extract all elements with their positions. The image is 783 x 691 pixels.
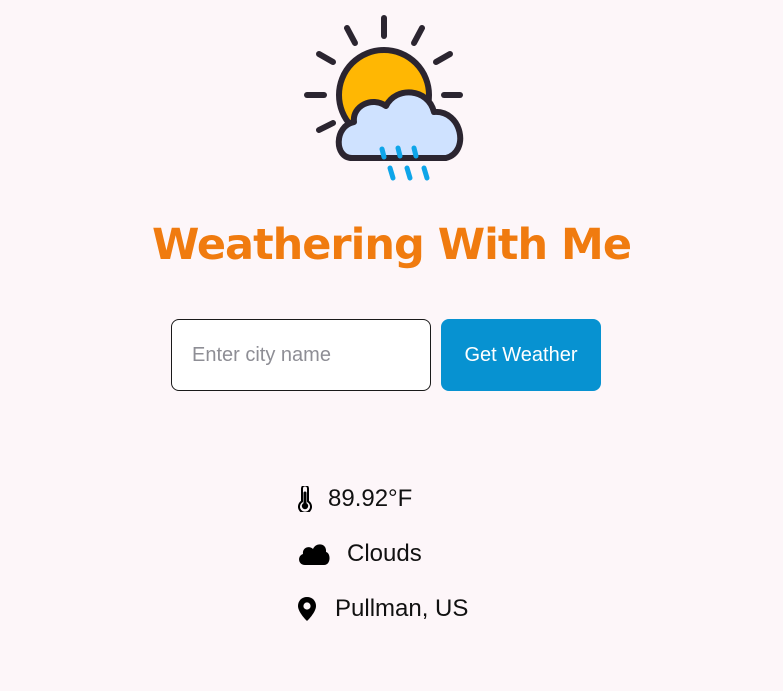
location-value: Pullman, US [335, 595, 469, 622]
cloud-icon [297, 542, 347, 566]
map-pin-icon [297, 596, 335, 622]
condition-value: Clouds [347, 540, 422, 567]
thermometer-icon [297, 486, 328, 512]
temperature-row: 89.92°F [297, 482, 412, 516]
weather-logo-icon [300, 12, 472, 190]
temperature-value: 89.92°F [328, 485, 413, 512]
city-search-input[interactable] [171, 319, 431, 391]
condition-row: Clouds [297, 537, 422, 571]
app-title: Weathering With Me [152, 220, 632, 270]
get-weather-button[interactable]: Get Weather [441, 319, 601, 391]
location-row: Pullman, US [297, 592, 468, 626]
